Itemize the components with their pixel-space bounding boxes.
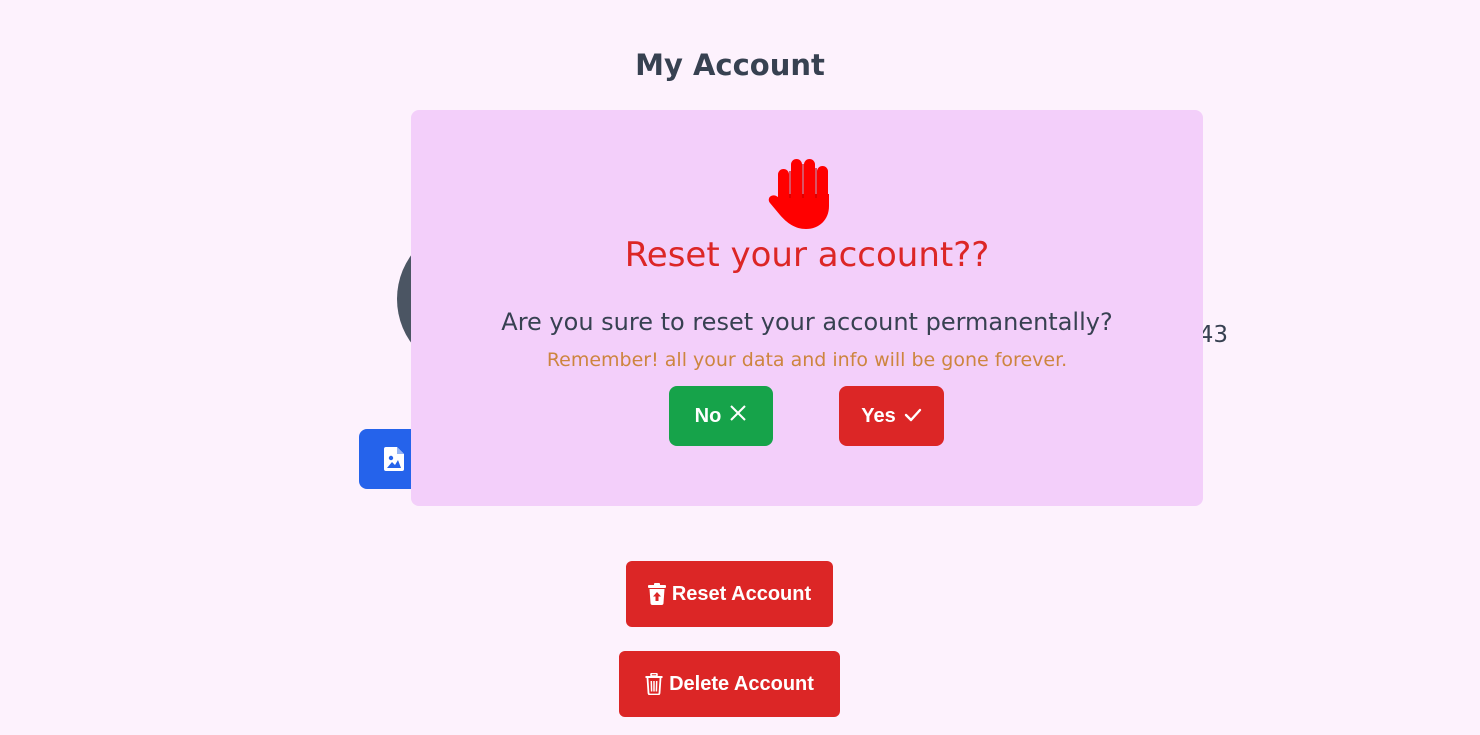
reset-confirmation-dialog: Reset your account?? Are you sure to res… bbox=[411, 110, 1203, 506]
delete-account-button[interactable]: Delete Account bbox=[619, 651, 840, 717]
delete-account-label: Delete Account bbox=[669, 672, 814, 695]
no-button[interactable]: No bbox=[669, 386, 773, 446]
reset-account-label: Reset Account bbox=[671, 582, 812, 605]
trash-icon bbox=[645, 673, 663, 695]
dialog-title: Reset your account?? bbox=[624, 235, 990, 275]
dialog-warning: Remember! all your data and info will be… bbox=[546, 349, 1068, 371]
page-title: My Account bbox=[635, 48, 825, 82]
reset-account-button[interactable]: Reset Account bbox=[626, 561, 833, 627]
raised-hand-icon bbox=[767, 156, 843, 236]
no-label: No bbox=[694, 404, 722, 427]
check-icon bbox=[904, 405, 922, 428]
yes-label: Yes bbox=[861, 404, 896, 427]
image-file-icon bbox=[384, 447, 404, 474]
yes-button[interactable]: Yes bbox=[839, 386, 944, 446]
dialog-question: Are you sure to reset your account perma… bbox=[501, 308, 1113, 336]
trash-restore-icon bbox=[647, 583, 666, 605]
close-icon bbox=[729, 404, 747, 428]
